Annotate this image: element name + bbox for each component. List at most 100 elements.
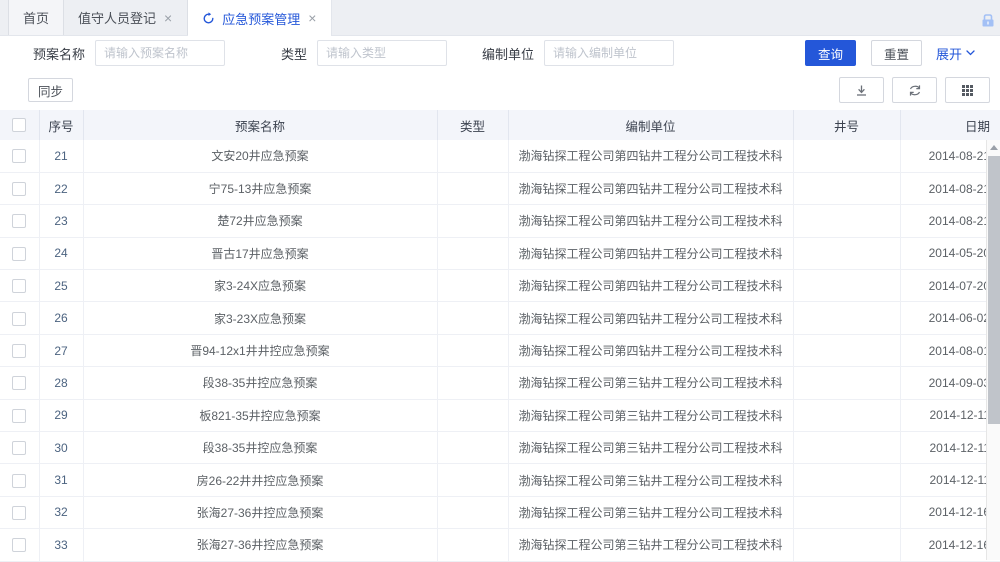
scrollbar-thumb[interactable] [988, 156, 1000, 424]
row-checkbox[interactable] [12, 409, 26, 423]
cell-type [437, 205, 508, 237]
row-checkbox[interactable] [12, 441, 26, 455]
reset-button[interactable]: 重置 [871, 40, 922, 66]
cell-no: 24 [39, 237, 83, 269]
download-button[interactable] [839, 77, 884, 103]
row-checkbox[interactable] [12, 247, 26, 261]
cell-plan-name: 房26-22井井控应急预案 [83, 464, 437, 496]
row-checkbox[interactable] [12, 474, 26, 488]
table-row[interactable]: 23 楚72井应急预案 渤海钻探工程公司第四钻井工程分公司工程技术科 2014-… [0, 205, 1000, 237]
close-icon[interactable]: × [163, 11, 173, 25]
cell-plan-name: 楚72井应急预案 [83, 205, 437, 237]
cell-no: 27 [39, 334, 83, 366]
tab-home[interactable]: 首页 [8, 0, 64, 35]
toolbar: 同步 [0, 70, 1000, 110]
cell-date: 2014-12-11 [900, 432, 1000, 464]
row-checkbox[interactable] [12, 182, 26, 196]
cell-no: 29 [39, 399, 83, 431]
cell-plan-name: 段38-35井控应急预案 [83, 432, 437, 464]
row-checkbox[interactable] [12, 376, 26, 390]
type-input[interactable] [317, 40, 447, 66]
cell-plan-name: 板821-35井控应急预案 [83, 399, 437, 431]
row-checkbox-cell [0, 464, 39, 496]
refresh-button[interactable] [892, 77, 937, 103]
row-checkbox[interactable] [12, 538, 26, 552]
tab-emergency-plan[interactable]: 应急预案管理 × [188, 0, 332, 36]
cell-date: 2014-08-01 [900, 334, 1000, 366]
cell-well [793, 367, 900, 399]
table-row[interactable]: 25 家3-24X应急预案 渤海钻探工程公司第四钻井工程分公司工程技术科 201… [0, 270, 1000, 302]
cell-plan-name: 家3-23X应急预案 [83, 302, 437, 334]
cell-no: 22 [39, 172, 83, 204]
row-checkbox[interactable] [12, 312, 26, 326]
row-checkbox-cell [0, 529, 39, 561]
table-row[interactable]: 31 房26-22井井控应急预案 渤海钻探工程公司第三钻井工程分公司工程技术科 … [0, 464, 1000, 496]
tab-duty-register[interactable]: 值守人员登记 × [64, 0, 188, 35]
unit-label: 编制单位 [482, 44, 534, 63]
cell-type [437, 432, 508, 464]
select-all-checkbox[interactable] [12, 118, 26, 132]
row-checkbox-cell [0, 205, 39, 237]
table-row[interactable]: 33 张海27-36井控应急预案 渤海钻探工程公司第三钻井工程分公司工程技术科 … [0, 529, 1000, 561]
row-checkbox-cell [0, 302, 39, 334]
sync-button[interactable]: 同步 [28, 78, 73, 102]
table-row[interactable]: 28 段38-35井控应急预案 渤海钻探工程公司第三钻井工程分公司工程技术科 2… [0, 367, 1000, 399]
row-checkbox[interactable] [12, 279, 26, 293]
row-checkbox-cell [0, 432, 39, 464]
cell-well [793, 399, 900, 431]
cell-date: 2014-12-16 [900, 529, 1000, 561]
table-row[interactable]: 22 宁75-13井应急预案 渤海钻探工程公司第四钻井工程分公司工程技术科 20… [0, 172, 1000, 204]
table-row[interactable]: 21 文安20井应急预案 渤海钻探工程公司第四钻井工程分公司工程技术科 2014… [0, 140, 1000, 172]
cell-type [437, 140, 508, 172]
table-row[interactable]: 27 晋94-12x1井井控应急预案 渤海钻探工程公司第四钻井工程分公司工程技术… [0, 334, 1000, 366]
cell-type [437, 270, 508, 302]
row-checkbox[interactable] [12, 214, 26, 228]
cell-plan-name: 宁75-13井应急预案 [83, 172, 437, 204]
cell-well [793, 334, 900, 366]
tab-label: 值守人员登记 [78, 8, 156, 27]
unit-input[interactable] [544, 40, 674, 66]
cell-date: 2014-12-11 [900, 399, 1000, 431]
expand-toggle[interactable]: 展开 [936, 44, 975, 63]
cell-date: 2014-08-21 [900, 205, 1000, 237]
table-row[interactable]: 29 板821-35井控应急预案 渤海钻探工程公司第三钻井工程分公司工程技术科 … [0, 399, 1000, 431]
plan-name-label: 预案名称 [33, 44, 85, 63]
header-name: 预案名称 [83, 110, 437, 140]
table-row[interactable]: 30 段38-35井控应急预案 渤海钻探工程公司第三钻井工程分公司工程技术科 2… [0, 432, 1000, 464]
header-unit: 编制单位 [508, 110, 793, 140]
cell-date: 2014-07-20 [900, 270, 1000, 302]
cell-plan-name: 段38-35井控应急预案 [83, 367, 437, 399]
table-row[interactable]: 32 张海27-36井控应急预案 渤海钻探工程公司第三钻井工程分公司工程技术科 … [0, 496, 1000, 528]
header-no: 序号 [39, 110, 83, 140]
cell-date: 2014-08-21 [900, 140, 1000, 172]
vertical-scrollbar[interactable] [986, 140, 1000, 560]
scroll-up-icon[interactable] [987, 140, 1000, 154]
table-header-row: 序号 预案名称 类型 编制单位 井号 日期 [0, 110, 1000, 140]
cell-unit: 渤海钻探工程公司第四钻井工程分公司工程技术科 [508, 237, 793, 269]
row-checkbox[interactable] [12, 344, 26, 358]
cell-unit: 渤海钻探工程公司第四钻井工程分公司工程技术科 [508, 172, 793, 204]
tab-label: 应急预案管理 [222, 9, 300, 28]
lock-icon[interactable] [979, 11, 997, 29]
query-button[interactable]: 查询 [805, 40, 856, 66]
table-row[interactable]: 26 家3-23X应急预案 渤海钻探工程公司第四钻井工程分公司工程技术科 201… [0, 302, 1000, 334]
filter-bar: 预案名称 类型 编制单位 查询 重置 展开 [0, 36, 1000, 70]
header-well: 井号 [793, 110, 900, 140]
download-icon [855, 84, 868, 97]
cell-plan-name: 张海27-36井控应急预案 [83, 496, 437, 528]
type-label: 类型 [281, 44, 307, 63]
refresh-icon[interactable] [202, 12, 215, 25]
header-type: 类型 [437, 110, 508, 140]
plan-name-input[interactable] [95, 40, 225, 66]
cell-unit: 渤海钻探工程公司第四钻井工程分公司工程技术科 [508, 140, 793, 172]
row-checkbox-cell [0, 399, 39, 431]
row-checkbox[interactable] [12, 149, 26, 163]
cell-plan-name: 家3-24X应急预案 [83, 270, 437, 302]
close-icon[interactable]: × [307, 11, 317, 25]
column-settings-button[interactable] [945, 77, 990, 103]
table-row[interactable]: 24 晋古17井应急预案 渤海钻探工程公司第四钻井工程分公司工程技术科 2014… [0, 237, 1000, 269]
cell-unit: 渤海钻探工程公司第四钻井工程分公司工程技术科 [508, 302, 793, 334]
cell-well [793, 270, 900, 302]
row-checkbox-cell [0, 496, 39, 528]
row-checkbox[interactable] [12, 506, 26, 520]
